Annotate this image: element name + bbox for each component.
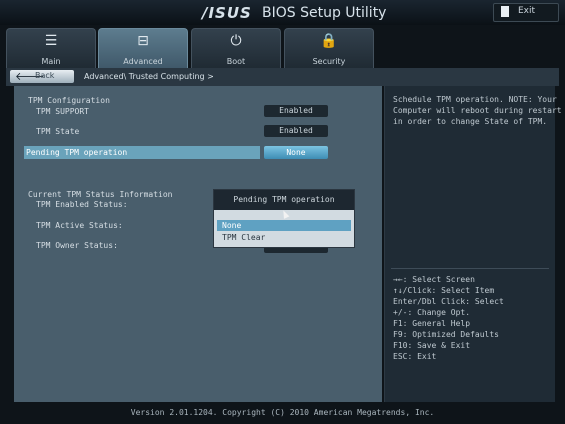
exit-button[interactable]: Exit [493, 3, 559, 22]
tpm-config-heading: TPM Configuration [28, 96, 110, 105]
power-icon: ⏻ [230, 33, 242, 49]
tpm-owner-status-label: TPM Owner Status: [36, 241, 118, 250]
key-hint: F9: Optimized Defaults [393, 330, 499, 339]
tpm-enabled-status-label: TPM Enabled Status: [36, 200, 128, 209]
tab-main-label: Main [41, 57, 61, 66]
tpm-state-label: TPM State [36, 127, 80, 136]
help-divider [391, 268, 549, 269]
key-hint: →←: Select Screen [393, 275, 475, 284]
tpm-support-label: TPM SUPPORT [36, 107, 89, 116]
tab-boot[interactable]: ⏻ Boot [191, 28, 281, 69]
asus-logo: /ISUS [202, 4, 252, 22]
back-button[interactable]: 🡐 Back [10, 70, 74, 83]
key-hint: F10: Save & Exit [393, 341, 471, 350]
popup-title: Pending TPM operation [214, 190, 354, 210]
back-label: Back [35, 71, 55, 80]
key-hint: ESC: Exit [393, 352, 437, 361]
breadcrumb-bar: 🡐 Back Advanced\ Trusted Computing > [6, 68, 559, 86]
popup-option-tpm-clear[interactable]: TPM Clear [222, 232, 265, 243]
list-icon: ☰ [44, 33, 58, 49]
tab-boot-label: Boot [226, 57, 246, 66]
tab-advanced[interactable]: ⊟ Advanced [98, 28, 188, 69]
key-hint: Enter/Dbl Click: Select [393, 297, 504, 306]
tab-advanced-label: Advanced [123, 57, 163, 66]
advanced-icon: ⊟ [137, 33, 149, 49]
exit-label: Exit [518, 6, 536, 16]
help-text: Schedule TPM operation. NOTE: Your Compu… [393, 95, 562, 126]
app-title: BIOS Setup Utility [262, 5, 387, 21]
pending-tpm-value[interactable]: None [264, 146, 328, 159]
tab-security-label: Security [312, 57, 346, 66]
exit-icon [501, 6, 509, 17]
tpm-state-value[interactable]: Enabled [264, 125, 328, 137]
key-legend: →←: Select Screen ↑↓/Click: Select Item … [393, 274, 504, 362]
pending-tpm-row[interactable]: Pending TPM operation [24, 146, 260, 159]
tpm-support-value[interactable]: Enabled [264, 105, 328, 117]
key-hint: ↑↓/Click: Select Item [393, 286, 495, 295]
help-panel: Schedule TPM operation. NOTE: Your Compu… [384, 86, 562, 402]
pending-tpm-label: Pending TPM operation [26, 148, 128, 157]
breadcrumb: Advanced\ Trusted Computing > [84, 72, 214, 81]
tpm-active-status-label: TPM Active Status: [36, 221, 123, 230]
footer-copyright: Version 2.01.1204. Copyright (C) 2010 Am… [130, 408, 435, 417]
tab-security[interactable]: 🔒 Security [284, 28, 374, 69]
tab-main[interactable]: ☰ Main [6, 28, 96, 69]
tpm-status-heading: Current TPM Status Information [28, 190, 173, 199]
key-hint: F1: General Help [393, 319, 471, 328]
lock-icon: 🔒 [320, 33, 338, 49]
key-hint: +/-: Change Opt. [393, 308, 471, 317]
popup-option-none[interactable]: None [217, 220, 351, 231]
title-bar: /ISUS BIOS Setup Utility Exit [0, 0, 565, 25]
